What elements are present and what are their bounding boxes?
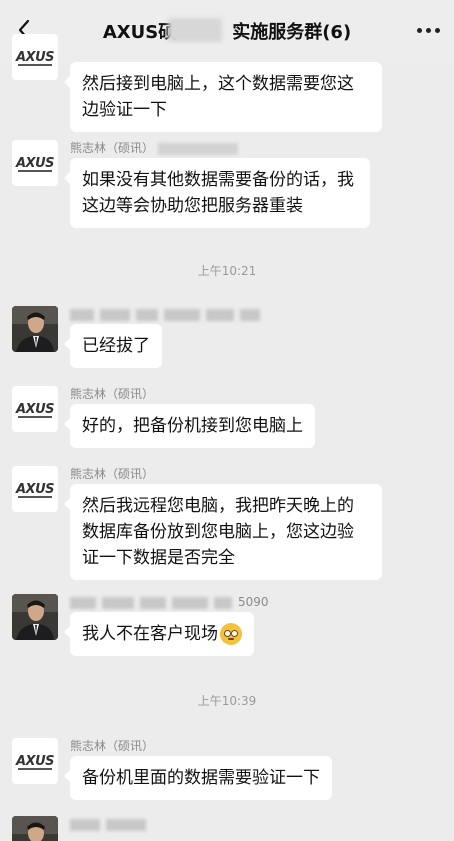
message-bubble[interactable]: 然后接到电脑上，这个数据需要您这边验证一下 <box>64 62 382 132</box>
message: AXUS 熊志林（硕讯） 好的，把备份机接到您电脑上 <box>12 386 315 448</box>
message: AXUS 然后接到电脑上，这个数据需要您这边验证一下 <box>12 34 382 132</box>
message-bubble[interactable]: 已经拔了 <box>64 324 162 368</box>
sender-name: 熊志林（硕讯） <box>70 140 370 158</box>
timestamp: 上午10:21 <box>197 264 257 278</box>
person-photo-icon <box>12 306 58 352</box>
avatar[interactable]: AXUS <box>12 466 58 512</box>
avatar[interactable]: AXUS <box>12 140 58 186</box>
sender-name: 5090 <box>70 594 269 612</box>
message-bubble[interactable]: 如果没有其他数据需要备份的话，我这边等会协助您把服务器重装 <box>64 158 370 228</box>
message: AXUS 熊志林（硕讯） 然后我远程您电脑，我把昨天晚上的数据库备份放到您电脑上… <box>12 466 382 580</box>
redacted-phone <box>157 142 238 155</box>
avatar[interactable]: AXUS <box>12 738 58 784</box>
avatar[interactable] <box>12 594 58 640</box>
message-bubble[interactable]: 然后我远程您电脑，我把昨天晚上的数据库备份放到您电脑上，您这边验证一下数据是否完… <box>64 484 382 580</box>
redacted-title-segment <box>168 18 222 42</box>
chat-title: AXUS硕 实施服务群(6) <box>103 18 351 44</box>
sender-name: 熊志林（硕讯） <box>70 739 155 753</box>
message-bubble[interactable]: 我人不在客户现场 <box>64 612 254 656</box>
chat-title-left: AXUS硕 <box>102 22 177 43</box>
sender-name <box>70 816 152 834</box>
message: AXUS 熊志林（硕讯） 如果没有其他数据需要备份的话，我这边等会协助您把服务器… <box>12 140 370 228</box>
person-photo-icon <box>12 594 58 640</box>
person-photo-icon <box>12 816 58 841</box>
avatar[interactable]: AXUS <box>12 34 58 80</box>
flushed-face-icon <box>220 623 242 645</box>
message: 5090 我人不在客户现场 <box>12 594 269 656</box>
sender-name <box>70 306 266 324</box>
avatar[interactable] <box>12 306 58 352</box>
timestamp: 上午10:39 <box>197 694 257 708</box>
sender-name: 熊志林（硕讯） <box>70 467 155 481</box>
chat-title-right: 实施服务群(6) <box>232 22 352 43</box>
avatar[interactable]: AXUS <box>12 386 58 432</box>
message-bubble[interactable]: 备份机里面的数据需要验证一下 <box>64 756 332 800</box>
message: 已经拔了 <box>12 306 266 368</box>
more-dot-icon <box>435 27 440 33</box>
more-button[interactable] <box>417 18 440 42</box>
avatar[interactable] <box>12 816 58 841</box>
more-dot-icon <box>426 27 431 33</box>
message-bubble[interactable]: 好的，把备份机接到您电脑上 <box>64 404 315 448</box>
message <box>12 816 152 841</box>
message: AXUS 熊志林（硕讯） 备份机里面的数据需要验证一下 <box>12 738 332 800</box>
more-dot-icon <box>417 27 422 33</box>
sender-name: 熊志林（硕讯） <box>70 387 155 401</box>
